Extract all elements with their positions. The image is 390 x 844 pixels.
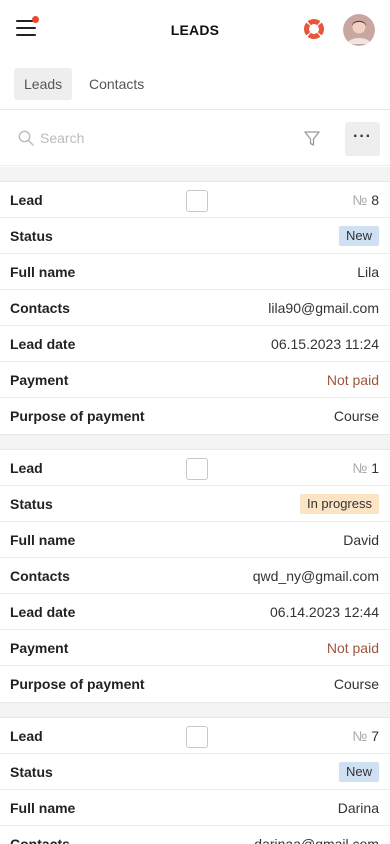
full-name-value: David [343, 532, 379, 548]
lead-date-label: Lead date [10, 604, 76, 620]
payment-value: Not paid [326, 372, 379, 388]
purpose-label: Purpose of payment [10, 408, 145, 424]
lead-card: Lead № 8 Status New Full name Lila Conta… [0, 181, 390, 435]
lead-date-row: Lead date 06.14.2023 12:44 [0, 594, 390, 630]
lead-checkbox[interactable] [186, 726, 208, 748]
search-input[interactable] [40, 127, 280, 149]
purpose-row: Purpose of payment Course [0, 398, 390, 434]
full-name-row: Full name David [0, 522, 390, 558]
status-badge: New [338, 226, 379, 246]
contacts-row: Contacts darinaa@gmail.com [0, 826, 390, 844]
lead-number-value: 8 [371, 192, 379, 208]
contacts-value[interactable]: darinaa@gmail.com [254, 836, 379, 844]
contacts-label: Contacts [10, 300, 70, 316]
status-badge: New [338, 762, 379, 782]
number-prefix: № [352, 728, 368, 744]
lead-date-value: 06.15.2023 11:24 [271, 336, 379, 352]
contacts-label: Contacts [10, 836, 70, 844]
lead-checkbox[interactable] [186, 190, 208, 212]
filter-icon [304, 131, 320, 146]
tab-leads[interactable]: Leads [14, 68, 73, 100]
contacts-label: Contacts [10, 568, 70, 584]
full-name-value: Darina [337, 800, 379, 816]
tab-contacts[interactable]: Contacts [79, 68, 154, 100]
purpose-value: Course [333, 676, 379, 692]
lead-number: № 8 [352, 192, 379, 208]
tab-bar: Leads Contacts [0, 60, 390, 110]
status-row: Status New [0, 754, 390, 790]
app-header: LEADS [0, 0, 390, 60]
full-name-label: Full name [10, 264, 76, 280]
purpose-label: Purpose of payment [10, 676, 145, 692]
avatar[interactable] [343, 14, 375, 46]
lead-number-value: 7 [371, 728, 379, 744]
status-row: Status In progress [0, 486, 390, 522]
status-badge: In progress [299, 494, 379, 514]
lifebuoy-icon[interactable] [302, 17, 326, 41]
lead-number-value: 1 [371, 460, 379, 476]
lead-label: Lead [10, 728, 43, 744]
contacts-value[interactable]: qwd_ny@gmail.com [253, 568, 379, 584]
search-bar: ··· [0, 111, 390, 166]
lead-date-value: 06.14.2023 12:44 [270, 604, 379, 620]
lead-row: Lead № 8 [0, 182, 390, 218]
lead-number: № 1 [352, 460, 379, 476]
page-title: LEADS [170, 22, 220, 38]
lead-number: № 7 [352, 728, 379, 744]
leads-list: Lead № 8 Status New Full name Lila Conta… [0, 167, 390, 844]
full-name-row: Full name Darina [0, 790, 390, 826]
full-name-value: Lila [357, 264, 379, 280]
lead-row: Lead № 1 [0, 450, 390, 486]
lead-date-label: Lead date [10, 336, 76, 352]
lead-row: Lead № 7 [0, 718, 390, 754]
purpose-value: Course [333, 408, 379, 424]
contacts-value[interactable]: lila90@gmail.com [268, 300, 379, 316]
full-name-row: Full name Lila [0, 254, 390, 290]
full-name-label: Full name [10, 532, 76, 548]
status-label: Status [10, 496, 53, 512]
payment-row: Payment Not paid [0, 630, 390, 666]
number-prefix: № [352, 460, 368, 476]
lead-card: Lead № 7 Status New Full name Darina Con… [0, 717, 390, 844]
full-name-label: Full name [10, 800, 76, 816]
contacts-row: Contacts qwd_ny@gmail.com [0, 558, 390, 594]
payment-value: Not paid [326, 640, 379, 656]
search-icon [18, 130, 34, 146]
payment-row: Payment Not paid [0, 362, 390, 398]
lead-card: Lead № 1 Status In progress Full name Da… [0, 449, 390, 703]
contacts-row: Contacts lila90@gmail.com [0, 290, 390, 326]
lead-date-row: Lead date 06.15.2023 11:24 [0, 326, 390, 362]
status-label: Status [10, 228, 53, 244]
more-options-button[interactable]: ··· [345, 122, 380, 156]
purpose-row: Purpose of payment Course [0, 666, 390, 702]
payment-label: Payment [10, 640, 69, 656]
lead-label: Lead [10, 192, 43, 208]
filter-button[interactable] [301, 128, 323, 150]
number-prefix: № [352, 192, 368, 208]
payment-label: Payment [10, 372, 69, 388]
lead-label: Lead [10, 460, 43, 476]
status-row: Status New [0, 218, 390, 254]
status-label: Status [10, 764, 53, 780]
lead-checkbox[interactable] [186, 458, 208, 480]
